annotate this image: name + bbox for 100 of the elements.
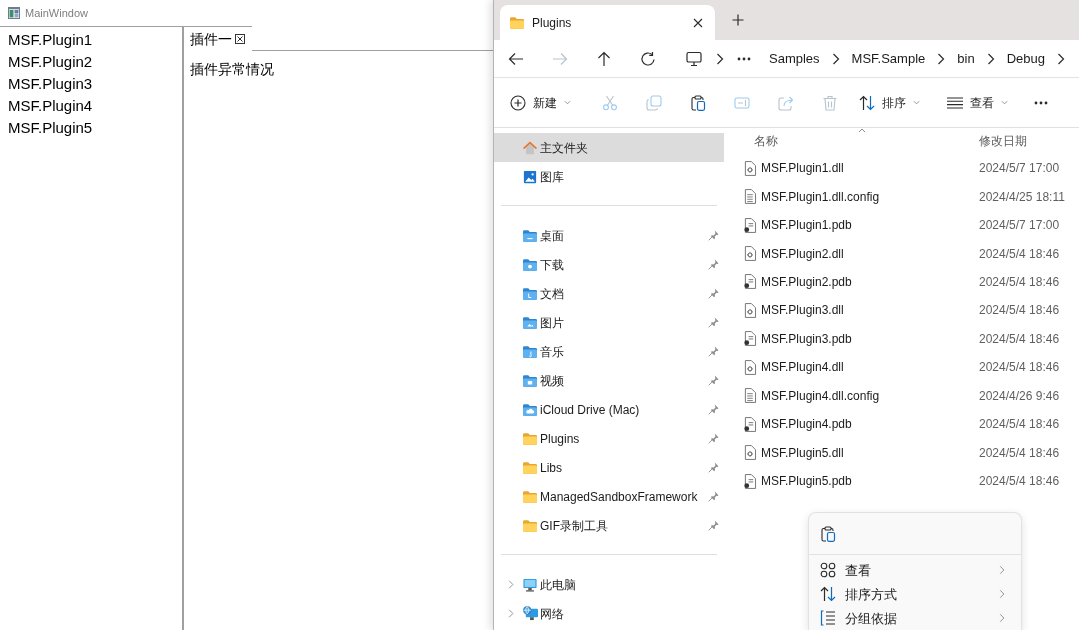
tab[interactable]: Plugins: [500, 5, 715, 40]
view-button[interactable]: 查看: [941, 90, 1014, 115]
new-button[interactable]: 新建: [504, 88, 577, 117]
pin-icon[interactable]: [708, 433, 719, 444]
file-name[interactable]: MSF.Plugin2.pdb: [761, 272, 852, 291]
pin-icon[interactable]: [708, 520, 719, 531]
file-icon: [744, 331, 756, 347]
pin-icon[interactable]: [708, 462, 719, 473]
file-icon: [744, 246, 756, 262]
pin-icon[interactable]: [708, 317, 719, 328]
plus-circle-icon: [510, 94, 526, 111]
pin-icon[interactable]: [708, 491, 719, 502]
file-name[interactable]: MSF.Plugin1.dll: [761, 159, 844, 178]
modified-date: 2024/5/7 17:00: [979, 160, 1060, 178]
modified-date: 2024/4/26 9:46: [979, 387, 1060, 405]
sidebar-item[interactable]: Plugins: [494, 424, 724, 453]
sidebar-item[interactable]: Libs: [494, 453, 724, 482]
breadcrumb-item[interactable]: MSF.Sample: [851, 48, 926, 69]
menu-item[interactable]: 排序方式: [809, 582, 1021, 606]
file-icon: [744, 302, 756, 318]
refresh-icon[interactable]: [640, 50, 656, 67]
pin-icon[interactable]: [708, 288, 719, 299]
more-icon[interactable]: [737, 56, 751, 61]
sidebar-item[interactable]: 主文件夹: [494, 133, 724, 162]
breadcrumb-item[interactable]: bin: [957, 48, 975, 69]
breadcrumb-item[interactable]: Debug: [1006, 48, 1045, 69]
sidebar-item[interactable]: 下载: [494, 250, 724, 279]
folder-icon: [523, 316, 537, 329]
sidebar-item[interactable]: 音乐: [494, 337, 724, 366]
file-icon: [744, 445, 756, 461]
text-file-icon: [744, 388, 756, 404]
file-name[interactable]: MSF.Plugin3.pdb: [761, 329, 852, 348]
file-name[interactable]: MSF.Plugin1.dll.config: [761, 187, 880, 206]
sidebar-item[interactable]: 文档: [494, 279, 724, 308]
monitor-icon[interactable]: [686, 50, 702, 67]
pin-icon[interactable]: [708, 375, 719, 386]
modified-date: 2024/5/4 18:46: [979, 416, 1060, 434]
modified-date: 2024/5/4 18:46: [979, 359, 1060, 377]
sidebar-item[interactable]: 图库: [494, 162, 724, 191]
clipboard-icon[interactable]: [690, 94, 706, 111]
sidebar-item[interactable]: 网络: [494, 599, 724, 628]
file-name[interactable]: MSF.Plugin4.dll: [761, 358, 844, 377]
modified-date: 2024/4/25 18:11: [979, 188, 1065, 206]
up-down-arrows-icon: [820, 586, 836, 602]
column-header[interactable]: 名称: [754, 134, 778, 148]
modified-date: 2024/5/7 17:00: [979, 217, 1060, 235]
file-name[interactable]: MSF.Plugin3.dll: [761, 301, 844, 320]
home-icon: [523, 140, 537, 155]
file-icon: [744, 416, 756, 432]
lines-icon: [947, 96, 963, 109]
file-name[interactable]: MSF.Plugin5.dll: [761, 443, 844, 462]
sidebar-item[interactable]: ManagedSandboxFramework: [494, 482, 724, 511]
close-icon[interactable]: [235, 34, 245, 44]
arrow-up-icon[interactable]: [596, 50, 612, 67]
close-icon[interactable]: [693, 17, 703, 28]
plus-icon[interactable]: [732, 14, 744, 26]
text-file-icon: [744, 189, 756, 205]
chevron-right-icon[interactable]: [1056, 52, 1065, 65]
file-name[interactable]: MSF.Plugin2.dll: [761, 244, 844, 263]
network-icon: [522, 606, 538, 621]
column-header[interactable]: 修改日期: [979, 134, 1027, 148]
plugin-list-item[interactable]: MSF.Plugin1: [0, 29, 182, 51]
sidebar-item[interactable]: iCloud Drive (Mac): [494, 395, 724, 424]
file-name[interactable]: MSF.Plugin4.dll.config: [761, 386, 880, 405]
window-title: MainWindow: [25, 5, 88, 21]
monitor-icon: [523, 577, 537, 592]
sidebar-item[interactable]: 此电脑: [494, 570, 724, 599]
sidebar-item[interactable]: 桌面: [494, 221, 724, 250]
clipboard-icon[interactable]: [820, 525, 836, 542]
chevron-right-icon[interactable]: [831, 52, 840, 65]
file-name[interactable]: MSF.Plugin1.pdb: [761, 216, 852, 235]
sidebar-item[interactable]: GIF录制工具: [494, 511, 724, 540]
arrow-left-icon[interactable]: [508, 50, 524, 67]
chevron-right-icon[interactable]: [937, 52, 946, 65]
plugin-list-item[interactable]: MSF.Plugin5: [0, 117, 182, 139]
up-down-arrows-icon: [859, 94, 875, 111]
pin-icon[interactable]: [708, 259, 719, 270]
chevron-right-icon[interactable]: [986, 52, 995, 65]
menu-item[interactable]: 查看: [809, 558, 1021, 582]
sidebar-item[interactable]: 视频: [494, 366, 724, 395]
pin-icon[interactable]: [708, 404, 719, 415]
file-name[interactable]: MSF.Plugin5.pdb: [761, 472, 852, 491]
file-name[interactable]: MSF.Plugin4.pdb: [761, 415, 852, 434]
folder-icon: [523, 229, 537, 242]
pin-icon[interactable]: [708, 346, 719, 357]
file-icon: [744, 359, 756, 375]
folder-icon: [523, 374, 537, 387]
sort-button[interactable]: 排序: [853, 88, 926, 117]
sidebar-item[interactable]: 图片: [494, 308, 724, 337]
cloud-folder-icon: [523, 403, 537, 416]
more-icon[interactable]: [1034, 100, 1048, 105]
file-icon: [744, 274, 756, 290]
plugin-list-item[interactable]: MSF.Plugin2: [0, 51, 182, 73]
folder-icon: [523, 258, 537, 271]
menu-item[interactable]: 分组依据: [809, 606, 1021, 630]
chevron-right-icon[interactable]: [716, 52, 724, 65]
plugin-list-item[interactable]: MSF.Plugin3: [0, 73, 182, 95]
plugin-list-item[interactable]: MSF.Plugin4: [0, 95, 182, 117]
pin-icon[interactable]: [708, 230, 719, 241]
breadcrumb-item[interactable]: Samples: [769, 48, 820, 69]
